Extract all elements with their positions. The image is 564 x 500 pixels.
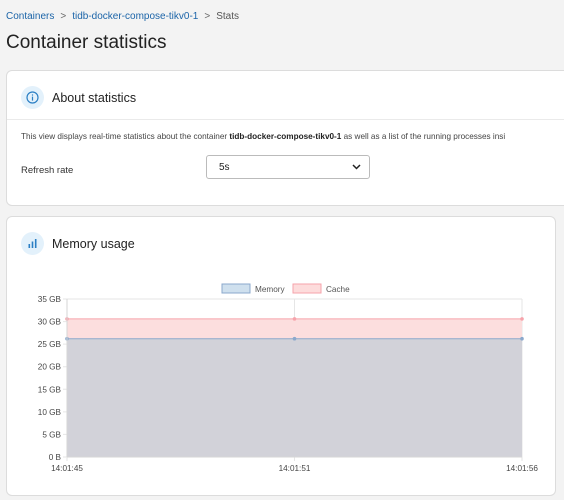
- y-tick-label: 25 GB: [38, 340, 62, 349]
- description-prefix: This view displays real-time statistics …: [21, 132, 230, 141]
- memory-line-point: [292, 336, 297, 341]
- y-tick-label: 5 GB: [42, 430, 61, 439]
- y-tick-label: 20 GB: [38, 363, 62, 372]
- breadcrumb-container-link[interactable]: tidb-docker-compose-tikv0-1: [72, 11, 198, 22]
- breadcrumb-current: Stats: [216, 11, 240, 22]
- legend-swatch: [221, 283, 251, 294]
- breadcrumb-containers-link[interactable]: Containers: [6, 11, 54, 22]
- about-statistics-card: About statistics This view displays real…: [6, 70, 564, 206]
- page-title: Container statistics: [6, 32, 167, 53]
- legend-swatch: [292, 283, 322, 294]
- chevron-down-icon: [352, 164, 361, 170]
- x-tick-label: 14:01:45: [51, 464, 83, 473]
- x-tick-label: 14:01:51: [279, 464, 311, 473]
- memory-usage-card: Memory usage 35 GB 30 GB 25 GB 20 GB 15 GB 10…: [6, 216, 556, 496]
- refresh-rate-select[interactable]: 5s: [206, 155, 370, 179]
- memory-area: [67, 338, 522, 457]
- memory-line-point: [520, 336, 524, 341]
- cache-area: [67, 318, 522, 339]
- x-tick-label: 14:01:56: [506, 464, 538, 473]
- description-suffix: as well as a list of the running process…: [341, 132, 506, 141]
- about-card-header: About statistics: [21, 86, 136, 109]
- about-description: This view displays real-time statistics …: [21, 132, 505, 141]
- about-card-title: About statistics: [52, 90, 137, 105]
- refresh-rate-value: 5s: [219, 161, 230, 173]
- y-tick-label: 10 GB: [38, 408, 62, 417]
- about-card-divider: [7, 119, 564, 120]
- y-tick-label: 30 GB: [38, 318, 62, 327]
- cache-line-point: [520, 317, 524, 321]
- legend-label: Cache: [326, 285, 350, 294]
- memory-chart: 35 GB 30 GB 25 GB 20 GB 15 GB 10 GB 5 GB 0 B 14:…: [38, 283, 538, 473]
- refresh-rate-label: Refresh rate: [21, 165, 74, 176]
- breadcrumb: Containers > tidb-docker-compose-tikv0-1 > S…: [6, 11, 239, 22]
- breadcrumb-separator: >: [60, 11, 67, 22]
- legend-label: Memory: [255, 285, 285, 294]
- y-tick-label: 35 GB: [38, 295, 62, 304]
- cache-line-point: [292, 317, 297, 321]
- y-tick-label: 0 B: [49, 453, 62, 462]
- y-tick-label: 15 GB: [38, 385, 62, 394]
- breadcrumb-separator: >: [204, 11, 211, 22]
- container-name: tidb-docker-compose-tikv0-1: [229, 132, 342, 141]
- info-icon: [21, 86, 44, 109]
